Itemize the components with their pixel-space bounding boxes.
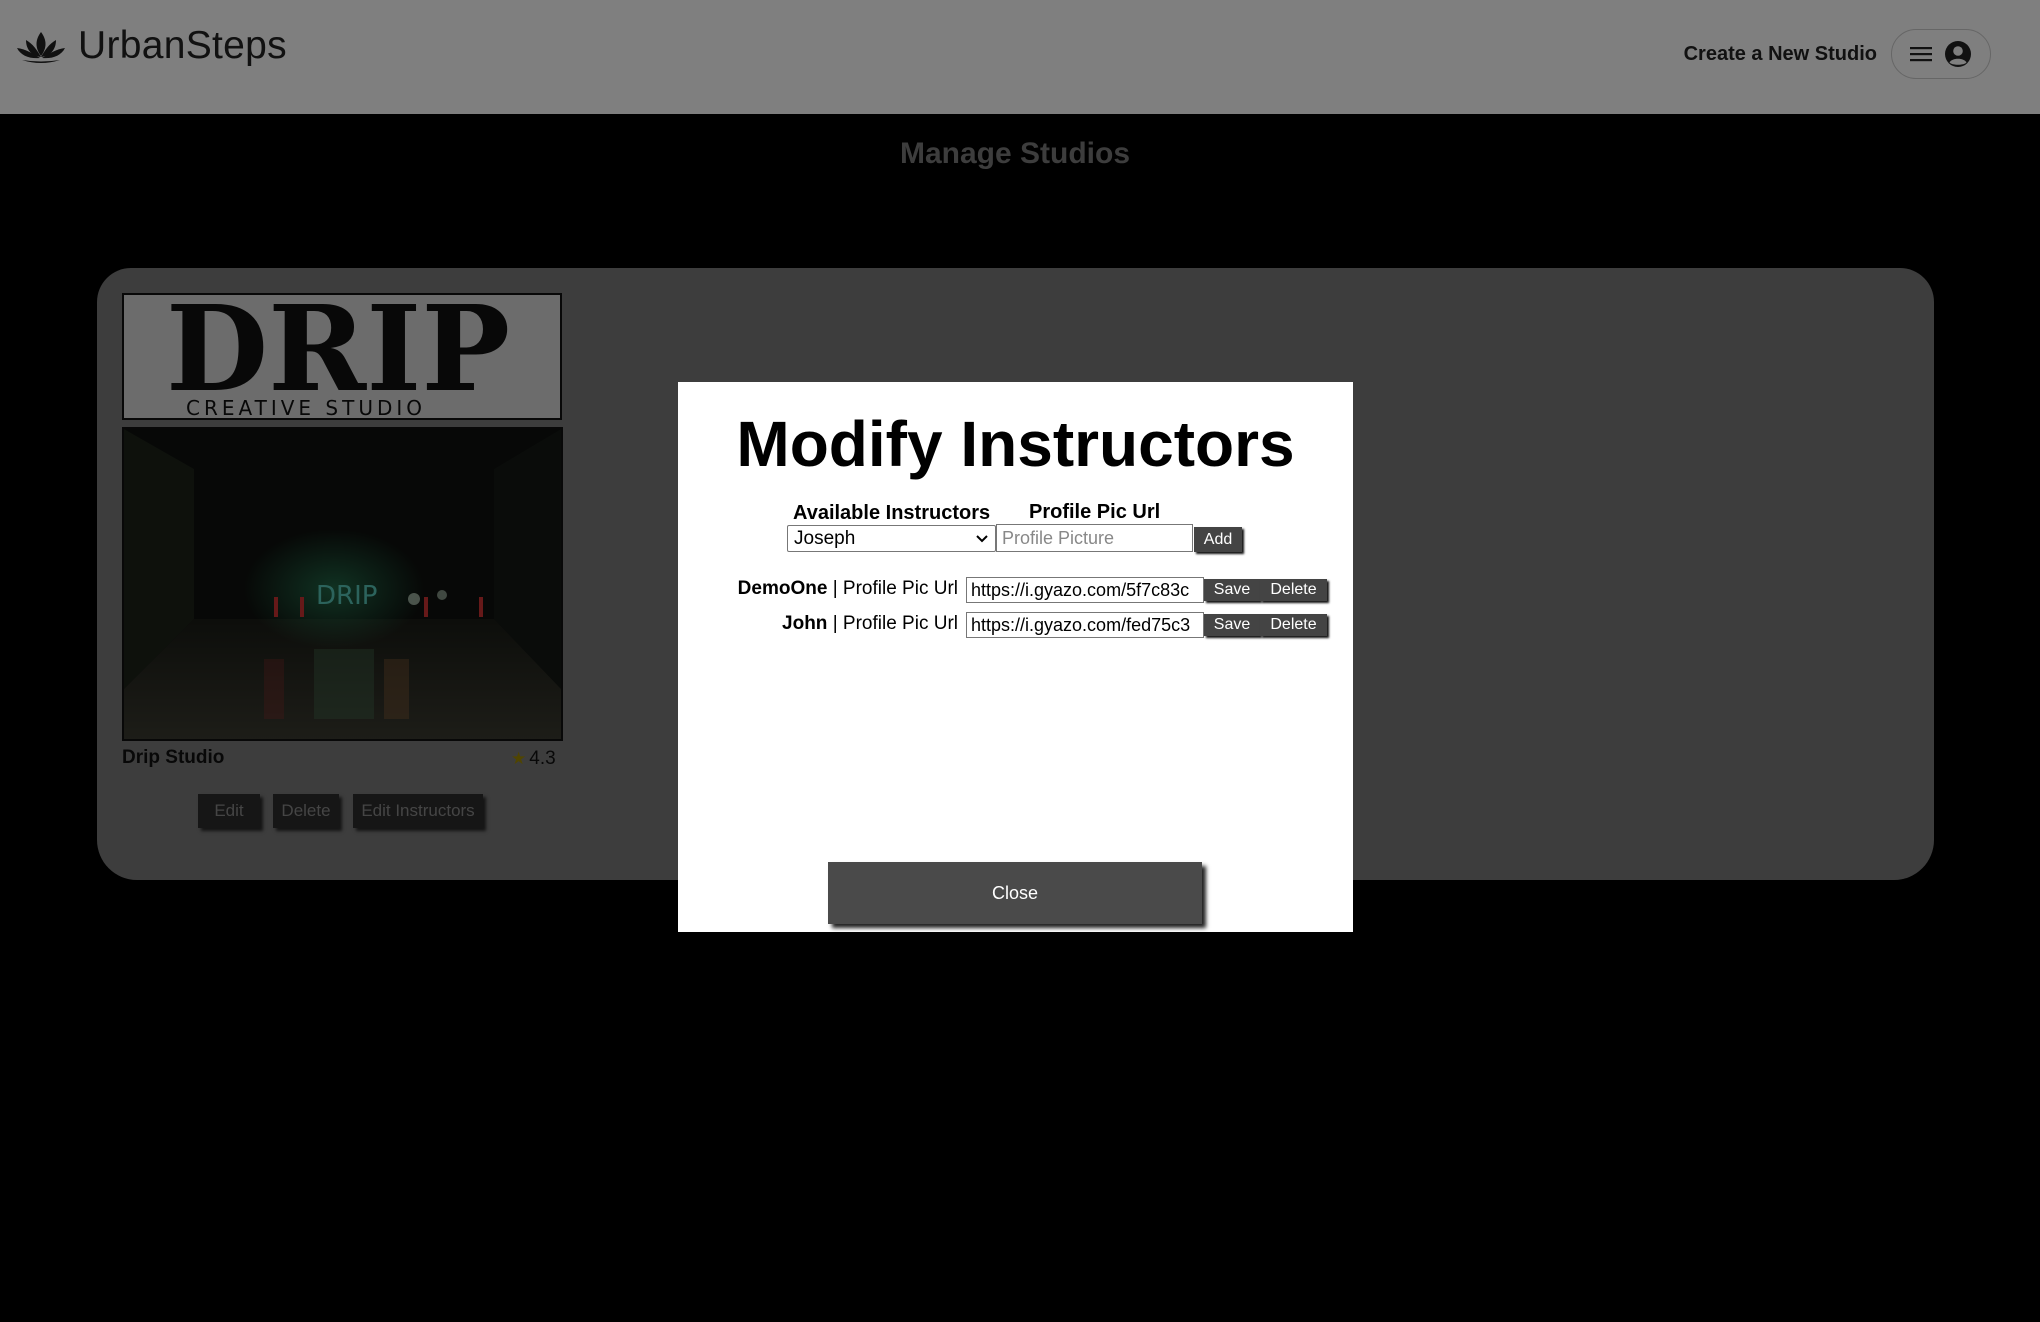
save-instructor-button[interactable]: Save (1204, 614, 1260, 636)
instructor-row-label: DemoOne | Profile Pic Url (738, 578, 958, 600)
delete-instructor-button[interactable]: Delete (1260, 579, 1327, 601)
profile-picture-input[interactable] (996, 524, 1193, 552)
modify-instructors-modal: Modify Instructors Available Instructors… (678, 382, 1353, 932)
instructor-url-caption: | Profile Pic Url (827, 578, 958, 599)
instructor-name: DemoOne (737, 578, 828, 599)
delete-instructor-button[interactable]: Delete (1260, 614, 1327, 636)
profile-pic-url-label: Profile Pic Url (1029, 501, 1161, 523)
instructor-row-label: John | Profile Pic Url (782, 613, 958, 635)
modal-title: Modify Instructors (736, 408, 1295, 480)
instructor-select[interactable]: Joseph (787, 525, 996, 552)
save-instructor-button[interactable]: Save (1204, 579, 1260, 601)
selected-instructor: Joseph (794, 527, 856, 549)
close-modal-button[interactable]: Close (828, 862, 1202, 924)
available-instructors-label: Available Instructors (793, 502, 991, 524)
instructor-url-caption: | Profile Pic Url (827, 613, 958, 634)
instructor-url-input[interactable] (966, 577, 1204, 603)
instructor-url-input[interactable] (966, 612, 1204, 638)
add-instructor-button[interactable]: Add (1194, 527, 1242, 552)
instructor-name: John (782, 613, 828, 634)
chevron-down-icon (976, 534, 988, 542)
